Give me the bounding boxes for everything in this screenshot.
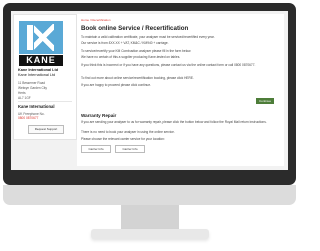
warranty-heading: Warranty Repair [81,113,117,118]
address-line: Herts [18,91,26,95]
warranty-paragraph: If you are sending your analyser to us f… [81,120,267,124]
monitor-stand-neck [121,205,179,229]
monitor-bezel: KANE Kane International Ltd Kane Interna… [3,3,296,185]
address-line: AL7 1GF [18,96,31,100]
paragraph: If you think this is incorrect or if you… [81,63,256,67]
section-title: Kane International [18,104,55,109]
page-title: Book online Service / Recertification [81,25,189,32]
monitor-chin [3,185,296,205]
phone-number[interactable]: 0800 0870677 [18,116,38,120]
monitor-stand-foot [91,229,209,239]
warranty-paragraph: There is no need to book your analyser i… [81,130,175,134]
request-support-button[interactable]: Request Support [28,125,64,134]
paragraph: We have no certain of this a supplier pr… [81,55,181,59]
logo-text: KANE [19,55,63,66]
carrier-button[interactable]: Carrier Info [115,145,145,153]
continue-button[interactable]: Continue [256,98,274,104]
paragraph: If you are happy to proceed please click… [81,83,151,87]
paragraph: Our service is from £XX.XX + VAT, KM&C /… [81,41,169,45]
breadcrumb[interactable]: Home / Recertification [81,18,111,22]
address-line: Welwyn Garden City [18,86,47,90]
logo-mark-icon [19,21,63,54]
paragraph: To find out more about online service/re… [81,76,194,80]
paragraph: To maintain a valid calibration certific… [81,35,215,39]
screen: KANE Kane International Ltd Kane Interna… [11,11,288,170]
main-content: Home / Recertification Book online Servi… [77,14,284,166]
carrier-button[interactable]: Carrier Info [81,145,111,153]
company-subtitle: Kane International Ltd [18,73,56,77]
divider [18,101,72,102]
address-line: 11 Bessemer Road [18,81,46,85]
paragraph: To service/recertify your KM Combustion … [81,49,192,53]
warranty-paragraph: Please choose the relevant carrier servi… [81,137,165,141]
kane-logo[interactable]: KANE [19,21,63,66]
sidebar: KANE Kane International Ltd Kane Interna… [13,14,77,140]
